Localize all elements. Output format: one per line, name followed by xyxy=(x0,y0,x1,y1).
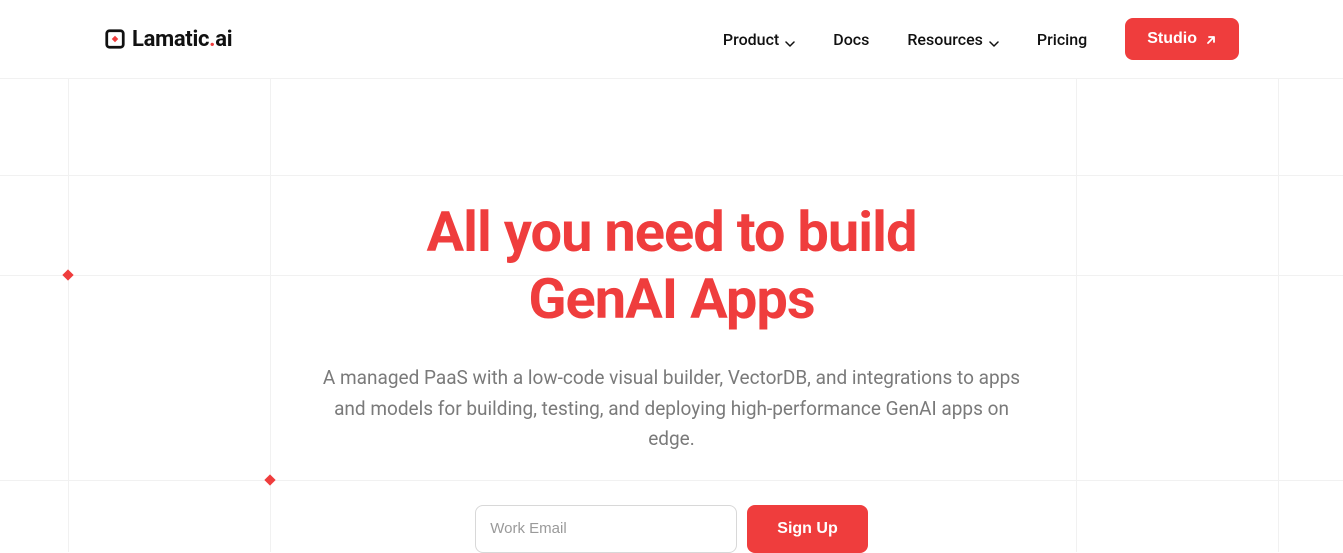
brand-logo[interactable]: Lamatic.ai xyxy=(104,27,232,52)
hero-subtitle: A managed PaaS with a low-code visual bu… xyxy=(312,363,1032,454)
nav-item-pricing[interactable]: Pricing xyxy=(1037,30,1087,49)
arrow-up-right-icon xyxy=(1205,33,1217,45)
work-email-input[interactable] xyxy=(475,505,737,553)
signup-form: Sign Up xyxy=(222,505,1122,553)
nav-label: Pricing xyxy=(1037,30,1087,49)
studio-button-label: Studio xyxy=(1147,30,1197,48)
nav-item-docs[interactable]: Docs xyxy=(833,30,869,49)
nav-item-product[interactable]: Product xyxy=(723,30,795,49)
logo-mark-icon xyxy=(104,28,126,50)
chevron-down-icon xyxy=(785,34,795,44)
nav-item-resources[interactable]: Resources xyxy=(907,30,999,49)
site-header: Lamatic.ai Product Docs Resources Pricin… xyxy=(0,0,1343,79)
sign-up-button[interactable]: Sign Up xyxy=(747,505,867,553)
brand-name: Lamatic.ai xyxy=(132,27,232,52)
nav-label: Product xyxy=(723,30,779,49)
hero-section: All you need to build GenAI Apps A manag… xyxy=(222,79,1122,553)
hero-title: All you need to build GenAI Apps xyxy=(222,199,1122,333)
chevron-down-icon xyxy=(989,34,999,44)
nav-label: Docs xyxy=(833,30,869,49)
nav-label: Resources xyxy=(907,30,983,49)
studio-button[interactable]: Studio xyxy=(1125,18,1239,60)
main-nav: Product Docs Resources Pricing Studio xyxy=(723,18,1239,60)
diamond-accent-icon xyxy=(62,269,73,280)
